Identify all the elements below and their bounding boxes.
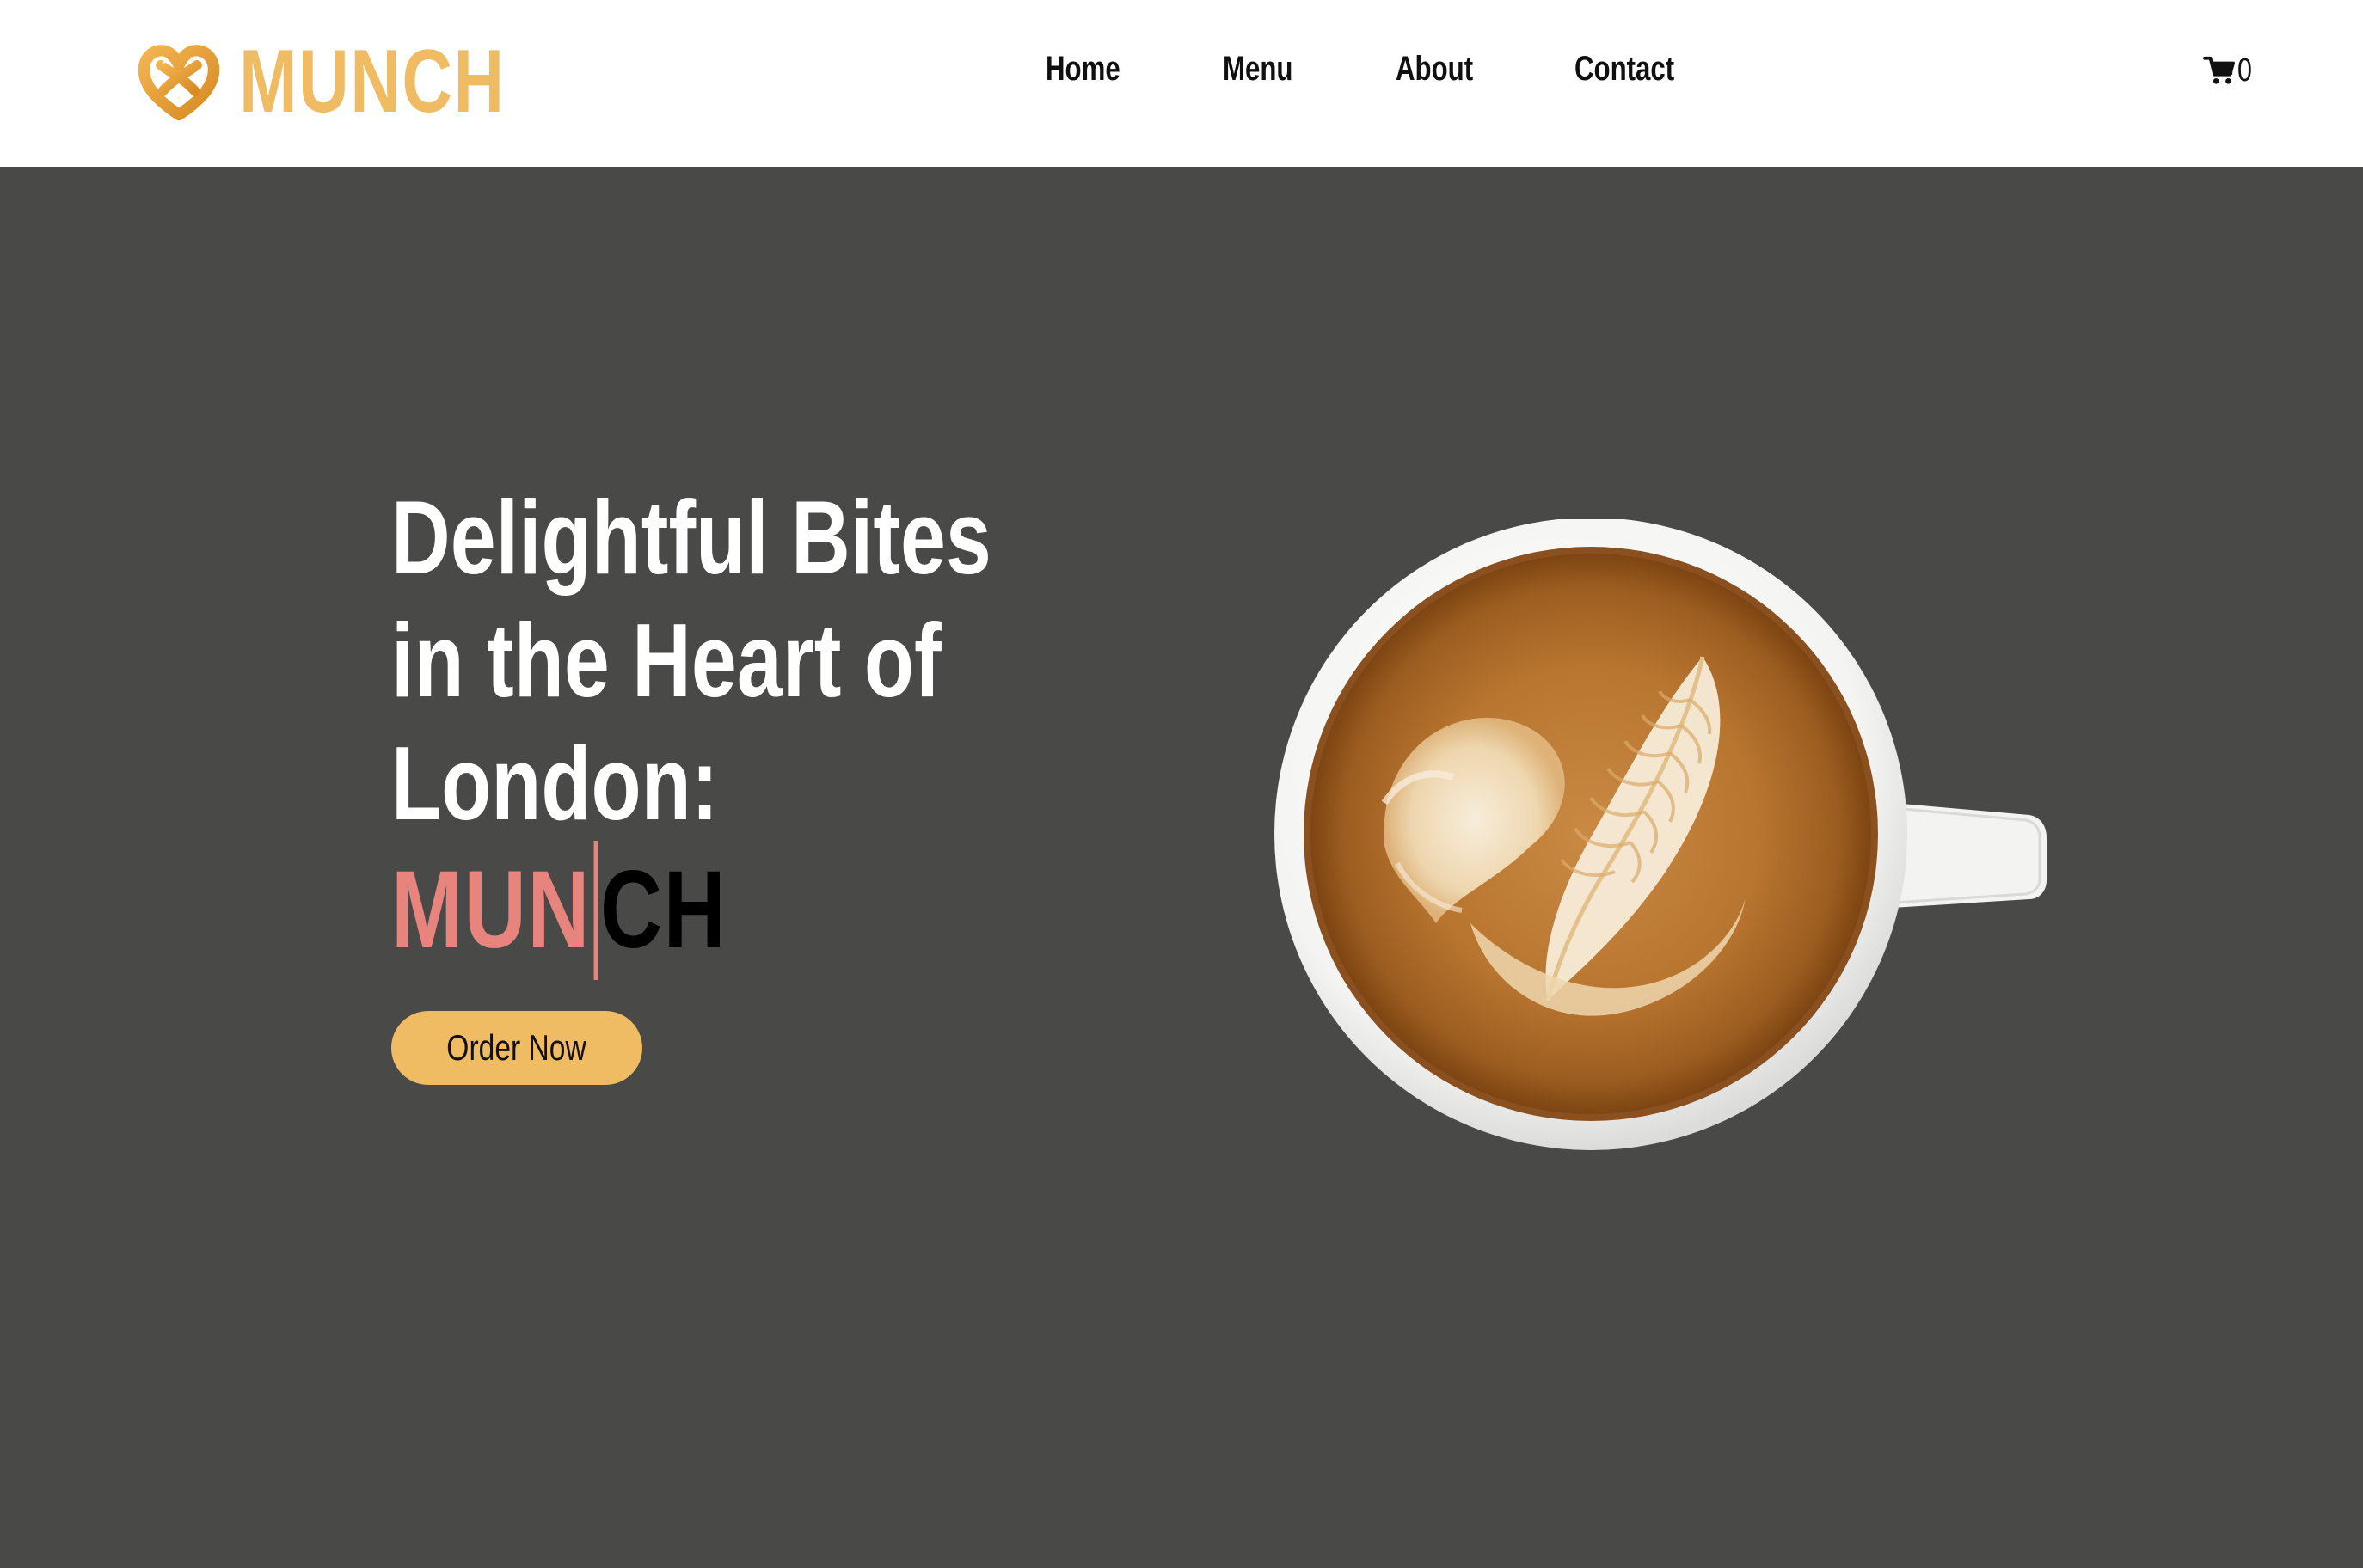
nav-home[interactable]: Home bbox=[1046, 45, 1120, 93]
nav-contact[interactable]: Contact bbox=[1574, 45, 1674, 93]
headline-line-1: Delightful Bites bbox=[391, 479, 991, 596]
nav-about[interactable]: About bbox=[1396, 45, 1473, 93]
hero-section: Delightful Bites in the Heart of London:… bbox=[0, 167, 2363, 1568]
hero-headline: Delightful Bites in the Heart of London: bbox=[391, 476, 995, 845]
headline-line-2: in the Heart of bbox=[391, 602, 942, 719]
cart-button[interactable]: 0 bbox=[2203, 50, 2256, 91]
order-now-label: Order Now bbox=[446, 1027, 587, 1068]
brand-logo[interactable]: MUNCH bbox=[138, 34, 580, 129]
nav-menu[interactable]: Menu bbox=[1223, 45, 1292, 93]
cart-count: 0 bbox=[2237, 52, 2252, 89]
site-header: MUNCH Home Menu About Contact 0 bbox=[0, 0, 2363, 167]
latte-cup-image bbox=[1274, 519, 2047, 1150]
typing-cursor bbox=[593, 841, 598, 980]
pretzel-heart-icon bbox=[138, 45, 220, 121]
brand-name: MUNCH bbox=[239, 32, 506, 132]
typed-text-remaining: CH bbox=[599, 848, 727, 971]
typed-text-highlighted: MUN bbox=[391, 848, 592, 971]
cart-icon bbox=[2203, 56, 2236, 84]
headline-line-3: London: bbox=[391, 725, 719, 842]
order-now-button[interactable]: Order Now bbox=[391, 1011, 642, 1085]
typed-brand-word: MUN CH bbox=[391, 837, 727, 983]
